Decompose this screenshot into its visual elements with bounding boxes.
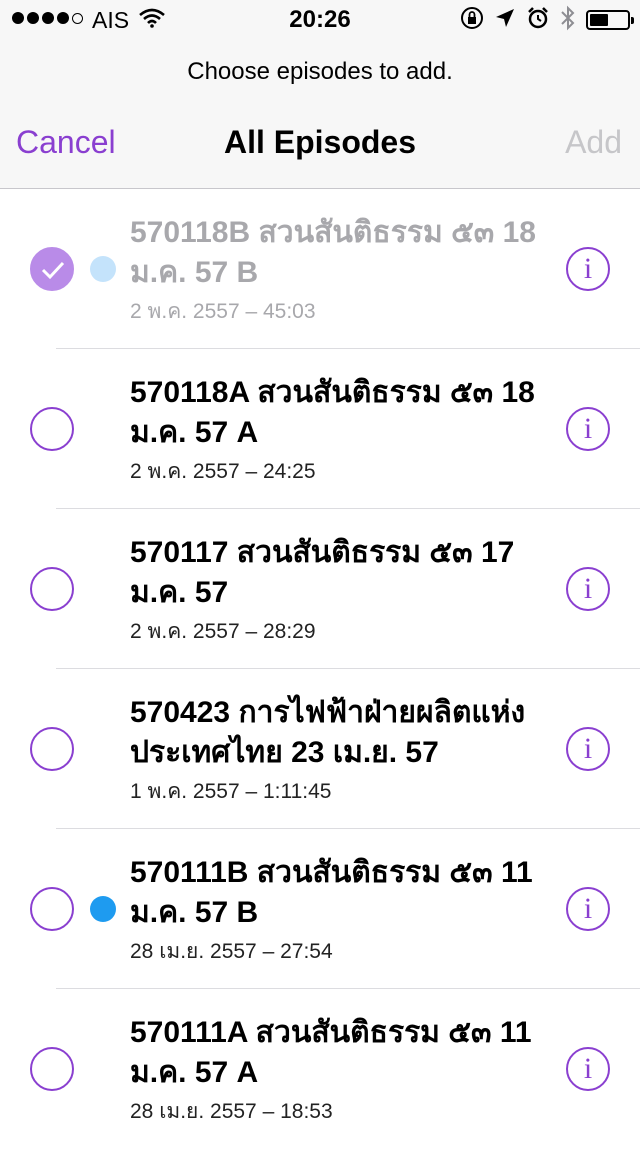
header: AIS 20:26 Choose episodes to add. Cancel…	[0, 0, 640, 189]
checkmark-icon	[41, 261, 65, 280]
episode-row[interactable]: 570118A สวนสันติธรรม ๕๓ 18 ม.ค. 57 A 2 พ…	[0, 349, 640, 509]
episode-meta: 2 พ.ค. 2557 – 24:25	[130, 460, 316, 483]
episode-row[interactable]: 570117 สวนสันติธรรม ๕๓ 17 ม.ค. 57 2 พ.ค.…	[0, 509, 640, 669]
episode-title: 570118A สวนสันติธรรม ๕๓ 18 ม.ค. 57 A	[130, 376, 535, 449]
episode-title: 570111B สวนสันติธรรม ๕๓ 11 ม.ค. 57 B	[130, 856, 533, 929]
unplayed-dot-icon	[90, 896, 116, 922]
selection-checkbox[interactable]	[30, 887, 74, 931]
location-icon	[494, 7, 516, 34]
info-icon[interactable]: i	[566, 887, 610, 931]
info-icon[interactable]: i	[566, 727, 610, 771]
episode-row[interactable]: 570111A สวนสันติธรรม ๕๓ 11 ม.ค. 57 A 28 …	[0, 989, 640, 1149]
unplayed-dot-icon	[90, 256, 116, 282]
selection-checkbox[interactable]	[30, 567, 74, 611]
episode-title: 570111A สวนสันติธรรม ๕๓ 11 ม.ค. 57 A	[130, 1016, 532, 1089]
episode-row[interactable]: 570118B สวนสันติธรรม ๕๓ 18 ม.ค. 57 B 2 พ…	[0, 189, 640, 349]
info-icon[interactable]: i	[566, 567, 610, 611]
info-icon[interactable]: i	[566, 1047, 610, 1091]
selection-checkbox[interactable]	[30, 1047, 74, 1091]
episode-meta: 2 พ.ค. 2557 – 28:29	[130, 620, 316, 643]
episode-meta: 1 พ.ค. 2557 – 1:11:45	[130, 780, 332, 803]
episode-row[interactable]: 570423 การไฟฟ้าฝ่ายผลิตแห่งประเทศไทย 23 …	[0, 669, 640, 829]
episode-row[interactable]: 570111B สวนสันติธรรม ๕๓ 11 ม.ค. 57 B 28 …	[0, 829, 640, 989]
info-icon[interactable]: i	[566, 247, 610, 291]
episode-meta: 2 พ.ค. 2557 – 45:03	[130, 300, 316, 323]
selection-checkbox[interactable]	[30, 247, 74, 291]
add-button[interactable]: Add	[565, 124, 622, 161]
episode-title: 570118B สวนสันติธรรม ๕๓ 18 ม.ค. 57 B	[130, 216, 536, 289]
episode-meta: 28 เม.ย. 2557 – 18:53	[130, 1100, 333, 1123]
episode-title: 570423 การไฟฟ้าฝ่ายผลิตแห่งประเทศไทย 23 …	[130, 696, 526, 769]
selection-checkbox[interactable]	[30, 407, 74, 451]
page-title: All Episodes	[223, 124, 417, 160]
status-bar: AIS 20:26	[0, 0, 640, 40]
orientation-lock-icon	[460, 6, 484, 35]
info-icon[interactable]: i	[566, 407, 610, 451]
prompt-text: Choose episodes to add.	[187, 58, 453, 85]
episode-meta: 28 เม.ย. 2557 – 27:54	[130, 940, 333, 963]
episode-list: 570118B สวนสันติธรรม ๕๓ 18 ม.ค. 57 B 2 พ…	[0, 189, 640, 1149]
episode-title: 570117 สวนสันติธรรม ๕๓ 17 ม.ค. 57	[130, 536, 515, 609]
status-right	[450, 5, 634, 36]
selection-checkbox[interactable]	[30, 727, 74, 771]
alarm-icon	[526, 6, 550, 35]
battery-icon	[586, 10, 634, 30]
bluetooth-icon	[560, 5, 576, 36]
